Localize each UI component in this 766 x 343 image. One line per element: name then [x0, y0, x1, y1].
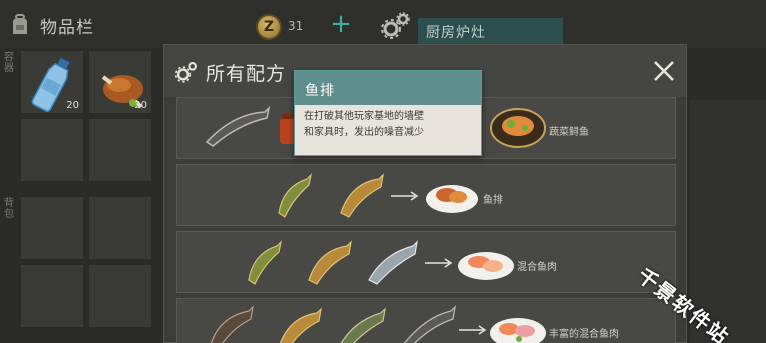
carp-icon	[279, 307, 322, 343]
backpack-icon	[13, 14, 27, 34]
recipe-row-mixed-fish[interactable]: 混合鱼肉	[176, 231, 676, 293]
recipe-name: 混合鱼肉	[517, 262, 557, 273]
rich-mixed-fish-dish-icon	[490, 318, 546, 343]
recipe-row-rich-mixed-fish[interactable]: 丰富的混合鱼肉	[176, 298, 676, 343]
inventory-slot-empty[interactable]	[20, 196, 84, 260]
recipe-name: 丰富的混合鱼肉	[549, 329, 619, 340]
add-coins-button[interactable]: +	[330, 11, 352, 37]
arrow-right-icon	[459, 325, 487, 335]
coin-count: 31	[288, 19, 304, 33]
inventory-slot-empty[interactable]	[88, 196, 152, 260]
recipe-tooltip: 鱼排 在打破其他玩家基地的墙壁 和家具时，发出的噪音减少	[294, 70, 482, 156]
inventory-slot-empty[interactable]	[20, 264, 84, 328]
top-bar: 物品栏 Z 31 + 厨房炉灶	[0, 0, 766, 48]
tooltip-line: 和家具时，发出的噪音减少	[304, 127, 424, 138]
inventory-slot-empty[interactable]	[20, 118, 84, 182]
tooltip-line: 在打破其他玩家基地的墙壁	[304, 111, 424, 122]
catfish-icon	[211, 305, 254, 343]
tooltip-title: 鱼排	[295, 71, 481, 105]
carp-icon	[308, 240, 352, 285]
close-icon[interactable]	[652, 59, 676, 83]
container-section-label: 容器	[4, 52, 14, 74]
coin-icon: Z	[256, 14, 282, 40]
mixed-fish-dish-icon	[458, 252, 514, 280]
perch-icon	[278, 173, 312, 218]
salmon-icon	[368, 240, 418, 285]
arrow-right-icon	[391, 191, 419, 201]
tooltip-description: 在打破其他玩家基地的墙壁 和家具时，发出的噪音减少	[295, 105, 481, 155]
fish-steak-dish-icon	[426, 185, 478, 213]
recipe-row-fish-steak[interactable]: 鱼排	[176, 164, 676, 226]
inventory-slot-empty[interactable]	[88, 118, 152, 182]
gears-icon	[381, 12, 410, 39]
slot-quantity: 20	[134, 100, 147, 111]
carp-icon	[340, 173, 384, 218]
panel-title: 所有配方	[206, 63, 287, 85]
slot-quantity: 20	[66, 100, 79, 111]
inventory-header: 物品栏	[8, 12, 94, 38]
perch-icon	[248, 240, 282, 285]
inventory-title: 物品栏	[40, 17, 94, 38]
arrow-right-icon	[425, 258, 453, 268]
inventory-slot-water-bottle[interactable]: 20	[20, 50, 84, 114]
gears-icon	[174, 62, 197, 83]
pike-icon	[340, 307, 386, 343]
inventory-slot-roast-chicken[interactable]: 20	[88, 50, 152, 114]
backpack-section-label: 背包	[4, 198, 14, 220]
sturgeon-icon	[205, 105, 271, 147]
vegetable-sturgeon-dish-icon	[490, 108, 546, 148]
inventory-slot-empty[interactable]	[88, 264, 152, 328]
sturgeon-icon	[403, 305, 456, 343]
recipe-name: 蔬菜鲟鱼	[549, 127, 589, 138]
recipe-name: 鱼排	[483, 195, 503, 206]
crafting-station-label: 厨房炉灶	[418, 18, 563, 44]
